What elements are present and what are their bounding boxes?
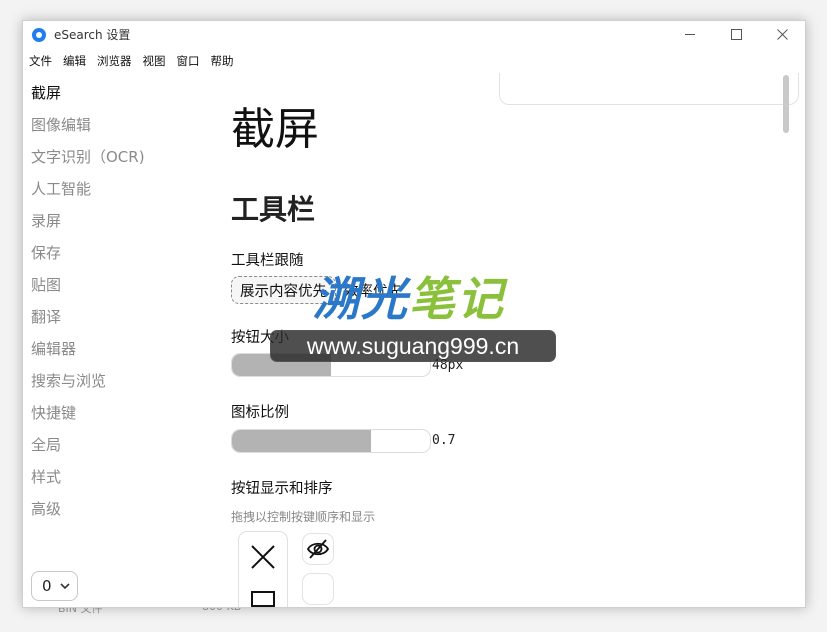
hide-icon (306, 539, 330, 559)
empty-slot-button[interactable] (302, 573, 334, 605)
sidebar-item-search-browse[interactable]: 搜索与浏览 (31, 371, 201, 403)
menu-bar: 文件 编辑 浏览器 视图 窗口 帮助 (23, 51, 245, 71)
watermark-url: www.suguang999.cn (270, 330, 556, 362)
app-logo-icon (32, 27, 46, 42)
sidebar-item-translate[interactable]: 翻译 (31, 307, 201, 339)
scrollbar[interactable] (781, 73, 791, 607)
settings-sidebar: 截屏 图像编辑 文字识别（OCR) 人工智能 录屏 保存 贴图 翻译 编辑器 搜… (31, 83, 201, 531)
menu-edit[interactable]: 编辑 (63, 53, 86, 69)
icon-scale-value: 0.7 (432, 433, 456, 448)
sidebar-item-screenshot[interactable]: 截屏 (31, 83, 201, 115)
hide-toggle-button[interactable] (302, 533, 334, 565)
chevron-down-icon (59, 582, 70, 589)
sidebar-select[interactable]: 0 (31, 571, 78, 601)
toolbar-follow-label: 工具栏跟随 (231, 253, 304, 269)
sidebar-item-ocr[interactable]: 文字识别（OCR) (31, 147, 201, 179)
sidebar-item-save[interactable]: 保存 (31, 243, 201, 275)
toolbar-button-list (238, 531, 288, 607)
menu-file[interactable]: 文件 (29, 53, 52, 69)
button-order-label: 按钮显示和排序 (231, 481, 333, 497)
tool-monitor-button[interactable] (246, 582, 280, 607)
menu-window[interactable]: 窗口 (177, 53, 200, 69)
sidebar-item-ai[interactable]: 人工智能 (31, 179, 201, 211)
close-icon (251, 545, 275, 569)
monitor-icon (251, 591, 275, 607)
sidebar-item-style[interactable]: 样式 (31, 467, 201, 499)
sidebar-item-pin[interactable]: 贴图 (31, 275, 201, 307)
button-order-hint: 拖拽以控制按键顺序和显示 (231, 510, 376, 524)
sidebar-item-advanced[interactable]: 高级 (31, 499, 201, 531)
desktop: BIN 文件 800 KB eSearch 设置 文件 编辑 浏览器 视图 (0, 0, 827, 632)
section-title: 工具栏 (231, 193, 316, 226)
top-card (499, 73, 799, 105)
sidebar-item-recording[interactable]: 录屏 (31, 211, 201, 243)
sidebar-item-global[interactable]: 全局 (31, 435, 201, 467)
sidebar-item-shortcuts[interactable]: 快捷键 (31, 403, 201, 435)
watermark-logo-part1: 溯光 (313, 272, 409, 326)
icon-scale-label: 图标比例 (231, 405, 289, 421)
sidebar-item-editor[interactable]: 编辑器 (31, 339, 201, 371)
icon-scale-slider-fill (232, 430, 371, 452)
scrollbar-thumb[interactable] (783, 75, 789, 133)
watermark-logo: 溯光笔记 (313, 263, 505, 329)
menu-view[interactable]: 视图 (143, 53, 166, 69)
sidebar-select-value: 0 (42, 577, 52, 595)
sidebar-item-image-edit[interactable]: 图像编辑 (31, 115, 201, 147)
menu-browser[interactable]: 浏览器 (97, 53, 132, 69)
tool-close-button[interactable] (246, 540, 280, 574)
icon-scale-slider[interactable] (231, 429, 431, 453)
window-title: eSearch 设置 (54, 28, 131, 42)
page-title: 截屏 (231, 104, 319, 155)
watermark-logo-part2: 笔记 (409, 272, 505, 326)
